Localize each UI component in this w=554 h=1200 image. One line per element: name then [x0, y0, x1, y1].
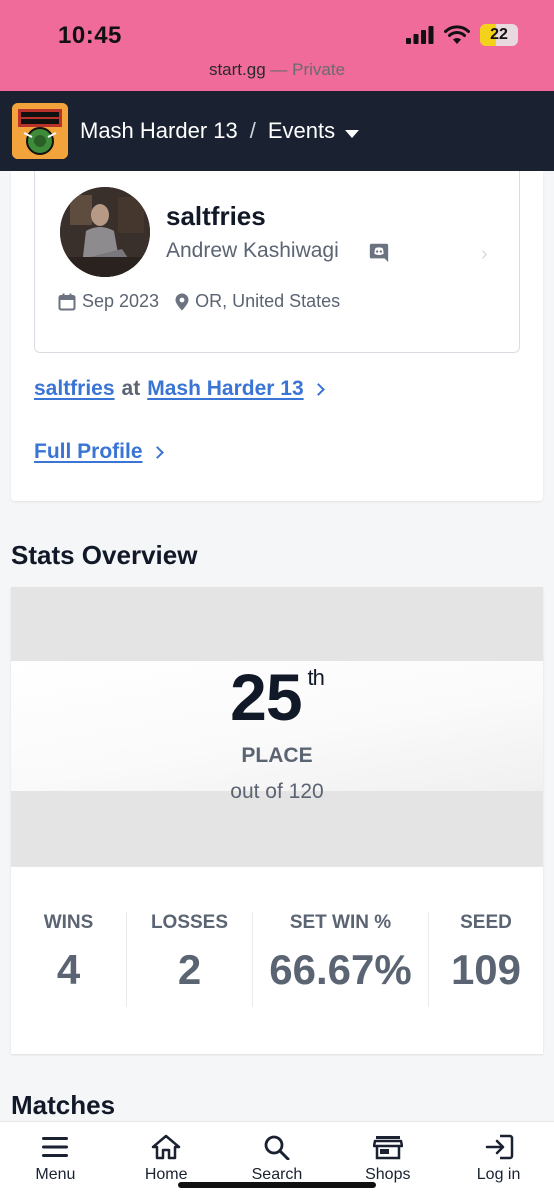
chevron-right-icon: › [481, 243, 488, 265]
nav-label: Log in [476, 1166, 521, 1183]
player-link[interactable]: saltfries [34, 377, 115, 401]
stat-wins: WINS 4 [11, 912, 127, 1007]
stat-value: 109 [450, 946, 522, 993]
gamer-tag: saltfries [166, 201, 266, 231]
at-text: at [121, 377, 141, 400]
placement-total: out of 120 [230, 780, 324, 803]
placement-number: 25th [11, 659, 543, 735]
player-at-tournament-link[interactable]: saltfries at Mash Harder 13 [34, 377, 325, 401]
tournament-name[interactable]: Mash Harder 13 [80, 118, 238, 144]
chevron-right-icon [311, 382, 325, 396]
joined-date: Sep 2023 [82, 291, 160, 311]
stat-label: WINS [43, 912, 94, 933]
stat-set-win-percent: SET WIN % 66.67% [253, 912, 429, 1007]
events-dropdown[interactable]: Events [267, 118, 360, 144]
discord-icon[interactable] [368, 241, 390, 263]
location: OR, United States [195, 291, 341, 311]
stat-label: SEED [460, 912, 512, 933]
full-profile-link[interactable]: Full Profile [34, 440, 164, 464]
menu-icon [42, 1137, 69, 1157]
stat-label: SET WIN % [289, 912, 392, 933]
placement-label: PLACE [241, 744, 313, 767]
nav-search[interactable]: Search [222, 1122, 332, 1200]
nav-menu[interactable]: Menu [0, 1122, 110, 1200]
caret-down-icon [345, 130, 360, 138]
breadcrumb-separator: / [249, 118, 256, 143]
stats-overview-title: Stats Overview [11, 540, 198, 570]
status-bar: 10:45 22 start.gg — Private [0, 0, 554, 91]
stat-value: 2 [177, 946, 202, 993]
stat-value: 4 [56, 946, 81, 993]
nav-home[interactable]: Home [111, 1122, 221, 1200]
private-label: — Private [270, 60, 346, 79]
nav-shops[interactable]: Shops [333, 1122, 443, 1200]
stat-seed: SEED 109 [429, 912, 543, 1007]
events-label: Events [267, 118, 336, 143]
placement-panel: 25th PLACE out of 120 [11, 587, 543, 866]
nav-login[interactable]: Log in [444, 1122, 554, 1200]
status-time: 10:45 [58, 22, 122, 49]
divider [11, 866, 543, 867]
calendar-icon [58, 293, 76, 310]
placement-suffix: th [307, 665, 325, 690]
stat-value: 66.67% [269, 946, 412, 993]
placement-value: 25 [230, 660, 302, 734]
login-icon [485, 1134, 513, 1160]
nav-label: Menu [35, 1166, 76, 1183]
bottom-nav: Menu Home Search Shops Log in [0, 1121, 554, 1200]
real-name: Andrew Kashiwagi [166, 239, 339, 262]
home-icon [151, 1134, 181, 1160]
browser-url[interactable]: start.gg — Private [0, 60, 554, 80]
site-header: Mash Harder 13 / Events [0, 91, 554, 171]
player-meta: Sep 2023 OR, United States [58, 291, 340, 312]
wifi-icon [444, 25, 470, 44]
chevron-right-icon [150, 445, 164, 459]
full-profile-label: Full Profile [34, 440, 143, 463]
location-pin-icon [175, 293, 189, 310]
url-domain: start.gg [208, 60, 266, 79]
header-breadcrumb: Mash Harder 13 / Events [80, 118, 360, 144]
status-icons: 22 [406, 24, 518, 46]
avatar [60, 187, 150, 277]
player-summary[interactable]: saltfries Andrew Kashiwagi › Sep 2023 OR… [34, 171, 520, 353]
stats-card: 25th PLACE out of 120 WINS 4 LOSSES 2 SE… [11, 587, 543, 1054]
battery-level: 22 [490, 26, 508, 43]
tournament-logo[interactable] [12, 103, 68, 159]
home-indicator [178, 1182, 376, 1188]
search-icon [264, 1135, 290, 1160]
stat-losses: LOSSES 2 [127, 912, 253, 1007]
stat-columns: WINS 4 LOSSES 2 SET WIN % 66.67% SEED 10… [11, 912, 543, 1007]
shop-icon [372, 1136, 403, 1160]
cellular-signal-icon [406, 26, 434, 44]
matches-title: Matches [11, 1090, 116, 1120]
tournament-link[interactable]: Mash Harder 13 [147, 377, 303, 401]
player-card: saltfries Andrew Kashiwagi › Sep 2023 OR… [11, 171, 543, 501]
battery-icon: 22 [480, 24, 518, 46]
stat-label: LOSSES [150, 912, 229, 933]
